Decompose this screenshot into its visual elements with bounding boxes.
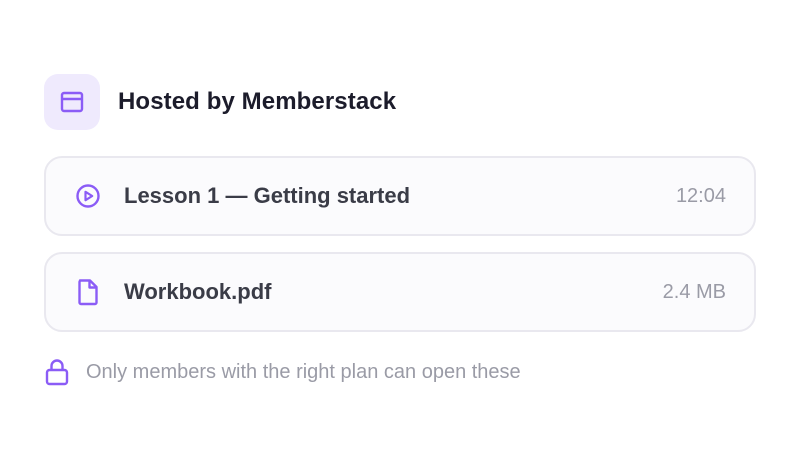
content-item-duration: 12:04 xyxy=(675,184,726,207)
content-item-lesson[interactable]: Lesson 1 — Getting started 12:04 xyxy=(44,156,756,236)
panel-header: Hosted by Memberstack xyxy=(44,74,756,130)
window-icon xyxy=(44,74,100,130)
content-item-label: Workbook.pdf xyxy=(124,279,272,304)
file-icon xyxy=(74,278,102,306)
content-item-label: Lesson 1 — Getting started xyxy=(124,183,411,208)
access-note: Only members with the right plan can ope… xyxy=(44,358,756,386)
hosted-content-panel: Hosted by Memberstack Lesson 1 — Getting… xyxy=(44,74,756,386)
content-item-filesize: 2.4 MB xyxy=(662,280,726,303)
content-item-workbook[interactable]: Workbook.pdf 2.4 MB xyxy=(44,252,756,332)
lock-icon xyxy=(44,358,70,386)
play-circle-icon xyxy=(74,182,102,210)
access-note-text: Only members with the right plan can ope… xyxy=(86,360,521,383)
panel-title: Hosted by Memberstack xyxy=(118,88,397,115)
